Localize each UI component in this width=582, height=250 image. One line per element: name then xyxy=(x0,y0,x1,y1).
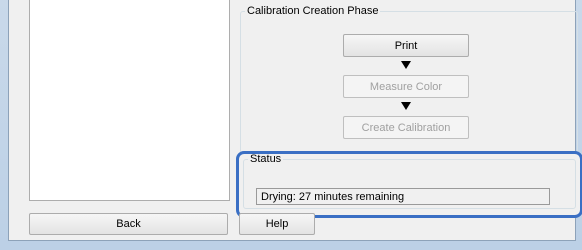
dialog-client-area: Calibration Creation Phase Print Measure… xyxy=(8,0,582,241)
arrow-down-icon xyxy=(401,102,411,110)
left-list-panel xyxy=(29,0,230,201)
status-title: Status xyxy=(250,153,282,165)
arrow-down-icon xyxy=(401,61,411,69)
back-button[interactable]: Back xyxy=(29,213,228,235)
create-calibration-button[interactable]: Create Calibration xyxy=(343,116,469,139)
calibration-phase-group: Calibration Creation Phase Print Measure… xyxy=(240,5,578,174)
calibration-phase-title: Calibration Creation Phase xyxy=(247,5,379,17)
status-highlight: Status Drying: 27 minutes remaining xyxy=(236,151,582,218)
status-message-field: Drying: 27 minutes remaining xyxy=(256,188,550,205)
measure-color-button[interactable]: Measure Color xyxy=(343,75,469,98)
help-button[interactable]: Help xyxy=(239,213,315,235)
print-button[interactable]: Print xyxy=(343,34,469,57)
status-group: Status Drying: 27 minutes remaining xyxy=(243,153,576,209)
window-frame: Calibration Creation Phase Print Measure… xyxy=(0,0,582,250)
status-message: Drying: 27 minutes remaining xyxy=(261,190,405,203)
